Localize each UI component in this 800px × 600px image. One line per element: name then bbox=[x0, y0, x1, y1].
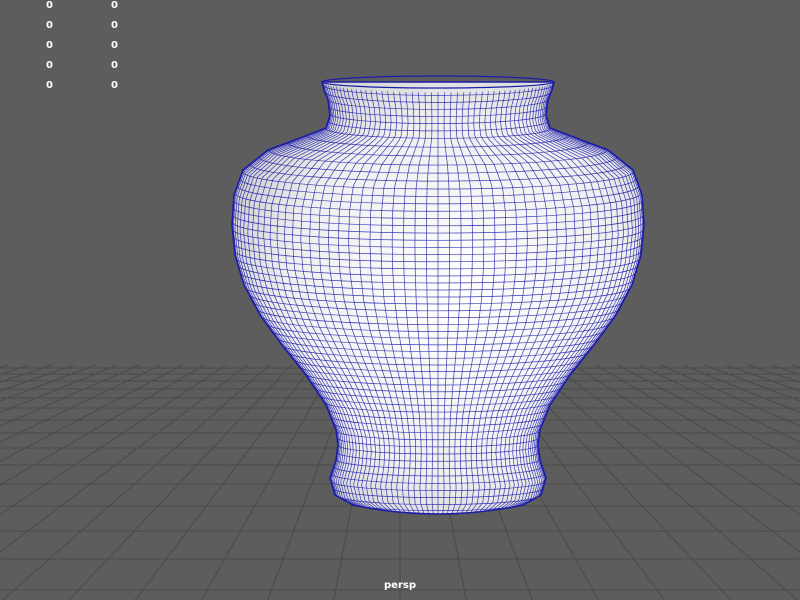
grid-line bbox=[0, 364, 53, 383]
grid-line bbox=[573, 364, 800, 515]
hud-value: 0 bbox=[111, 60, 118, 71]
grid-line bbox=[530, 364, 799, 600]
grid-line bbox=[726, 364, 800, 392]
grid-line bbox=[617, 364, 800, 462]
grid-line bbox=[0, 364, 183, 462]
hud-value: 0 bbox=[111, 80, 118, 91]
grid-line bbox=[551, 364, 800, 553]
hud-value: 0 bbox=[46, 80, 53, 91]
hud-value: 0 bbox=[46, 60, 53, 71]
hud-value: 0 bbox=[46, 40, 53, 51]
heads-up-display: 0 0 0 0 0 0 0 0 0 0 bbox=[0, 0, 200, 100]
camera-name-label: persp bbox=[384, 580, 416, 591]
grid-line bbox=[134, 364, 314, 600]
hud-row: 0 0 bbox=[0, 40, 200, 60]
grid-line bbox=[660, 364, 800, 427]
perspective-viewport[interactable]: 0 0 0 0 0 0 0 0 0 0 persp bbox=[0, 0, 800, 600]
hud-row: 0 0 bbox=[0, 20, 200, 40]
grid-line bbox=[0, 364, 74, 392]
hud-value: 0 bbox=[111, 0, 118, 11]
grid-line bbox=[747, 364, 800, 383]
hud-value: 0 bbox=[111, 20, 118, 31]
grid-line bbox=[0, 364, 227, 515]
grid-line bbox=[1, 364, 270, 600]
grid-line bbox=[0, 364, 249, 553]
hud-value: 0 bbox=[111, 40, 118, 51]
hud-row: 0 0 bbox=[0, 0, 200, 20]
vase-mesh[interactable] bbox=[231, 75, 645, 518]
hud-value: 0 bbox=[46, 0, 53, 11]
hud-row: 0 0 bbox=[0, 80, 200, 100]
hud-value: 0 bbox=[46, 20, 53, 31]
grid-line bbox=[0, 364, 140, 427]
hud-row: 0 0 bbox=[0, 60, 200, 80]
grid-line bbox=[200, 364, 336, 600]
